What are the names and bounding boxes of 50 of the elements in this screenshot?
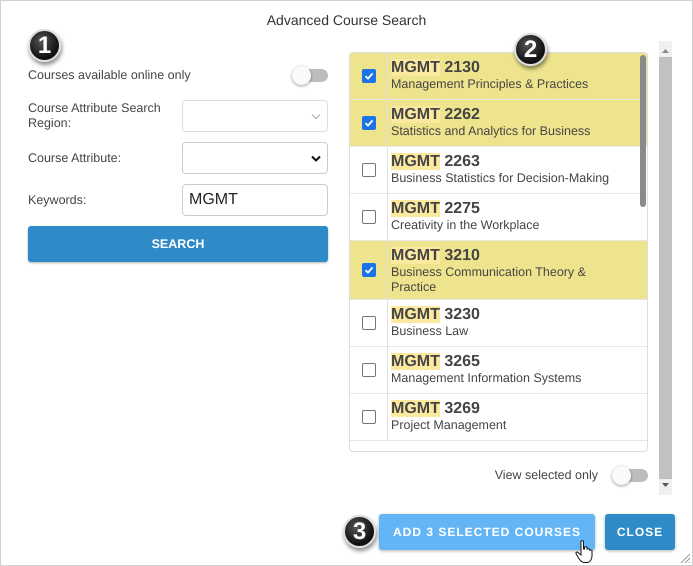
online-only-label: Courses available online only	[28, 68, 191, 82]
course-title: Creativity in the Workplace	[391, 218, 540, 233]
resize-grip-icon[interactable]	[680, 553, 690, 563]
course-code: MGMT 2275	[391, 199, 481, 218]
keywords-field[interactable]: MGMT	[182, 184, 328, 216]
field-label: Keywords:	[28, 192, 88, 208]
scrollbar-thumb[interactable]	[640, 55, 646, 207]
course-title: Business Law	[391, 324, 470, 339]
course-code: MGMT 3230	[391, 305, 481, 324]
step-badge: 3	[343, 515, 376, 548]
scroll-up-icon[interactable]	[662, 49, 669, 53]
chevron-down-icon	[311, 112, 321, 120]
view-selected-label: View selected only	[494, 468, 598, 482]
step-badge: 1	[28, 29, 61, 62]
checkbox[interactable]	[362, 69, 376, 83]
dialog-title: Advanced Course Search	[266, 11, 428, 30]
course-code: MGMT 3269	[391, 399, 481, 418]
search-button[interactable]: SEARCH	[28, 226, 328, 262]
scroll-down-icon[interactable]	[662, 483, 669, 487]
course-title: Business Communication Theory & Practice	[391, 265, 587, 295]
course-title: Project Management	[391, 418, 508, 433]
course-row[interactable]: MGMT 2262 Statistics and Analytics for Business	[350, 100, 647, 147]
course-row[interactable]: MGMT 3269 Project Management	[350, 394, 647, 441]
course-code: MGMT 3210	[391, 246, 481, 265]
scrollbar[interactable]	[659, 41, 672, 495]
course-row[interactable]: MGMT 3210 Business Communication Theory & Practice	[350, 241, 647, 300]
course-row[interactable]: MGMT 3265 Management Information Systems	[350, 347, 647, 394]
checkbox[interactable]	[362, 410, 376, 424]
course-row[interactable]: MGMT 3230 Business Law	[350, 300, 647, 347]
course-title: Management Information Systems	[391, 371, 582, 386]
course-title: Management Principles & Practices	[391, 77, 590, 92]
toggle-switch[interactable]	[612, 465, 648, 485]
field-label: Course Attribute:	[28, 150, 122, 166]
course-code: MGMT 2263	[391, 152, 481, 171]
course-code: MGMT 2130	[391, 58, 481, 77]
checkbox[interactable]	[362, 210, 376, 224]
toggle-switch[interactable]	[292, 65, 328, 85]
checkbox[interactable]	[362, 316, 376, 330]
course-title: Statistics and Analytics for Business	[391, 124, 592, 139]
course-code: MGMT 3265	[391, 352, 481, 371]
chevron-down-icon	[311, 154, 321, 162]
checkbox[interactable]	[362, 163, 376, 177]
course-code: MGMT 2262	[391, 105, 481, 124]
close-button[interactable]: CLOSE	[605, 514, 675, 550]
checkbox[interactable]	[362, 263, 376, 277]
course-title: Business Statistics for Decision-Making	[391, 171, 610, 186]
checkbox[interactable]	[362, 116, 376, 130]
field-label: Course Attribute Search Region:	[28, 101, 162, 131]
step-badge: 2	[514, 33, 547, 66]
checkbox[interactable]	[362, 363, 376, 377]
